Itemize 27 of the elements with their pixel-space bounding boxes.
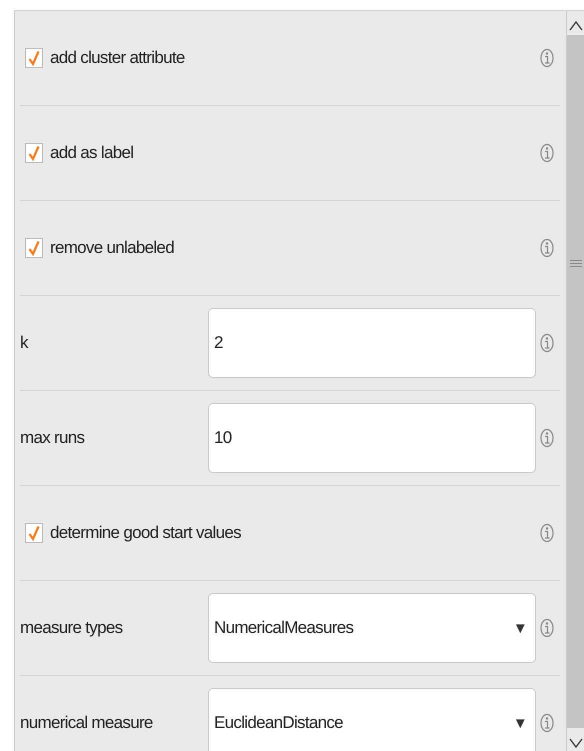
checkbox[interactable] [25,48,43,68]
info-icon[interactable] [540,48,554,68]
checkbox-label: remove unlabeled [50,238,174,258]
dropdown[interactable]: EuclideanDistance ▼ [208,688,536,751]
info-icon[interactable] [540,428,554,448]
parameter-label: k [20,333,30,353]
checkbox-label: add cluster attribute [50,48,185,68]
info-icon[interactable] [540,143,554,163]
checkbox-label: determine good start values [50,523,241,543]
info-icon[interactable] [540,333,554,353]
checkbox[interactable] [25,143,43,163]
info-icon[interactable] [540,618,554,638]
checkbox-label: add as label [50,143,134,163]
parameter-label: measure types [20,618,124,638]
scroll-down-icon[interactable] [568,738,582,748]
info-icon[interactable] [540,238,554,258]
info-icon[interactable] [540,713,554,733]
scroll-up-icon[interactable] [568,21,582,31]
input-field[interactable]: 10 [208,403,536,473]
info-icon[interactable] [540,523,554,543]
parameter-label: max runs [20,428,86,448]
grip-icon [570,260,582,267]
input-field[interactable]: 2 [208,308,536,378]
checkbox[interactable] [25,238,43,258]
checkbox[interactable] [25,523,43,543]
parameter-label: numerical measure [20,713,154,733]
dropdown[interactable]: NumericalMeasures ▼ [208,593,536,663]
